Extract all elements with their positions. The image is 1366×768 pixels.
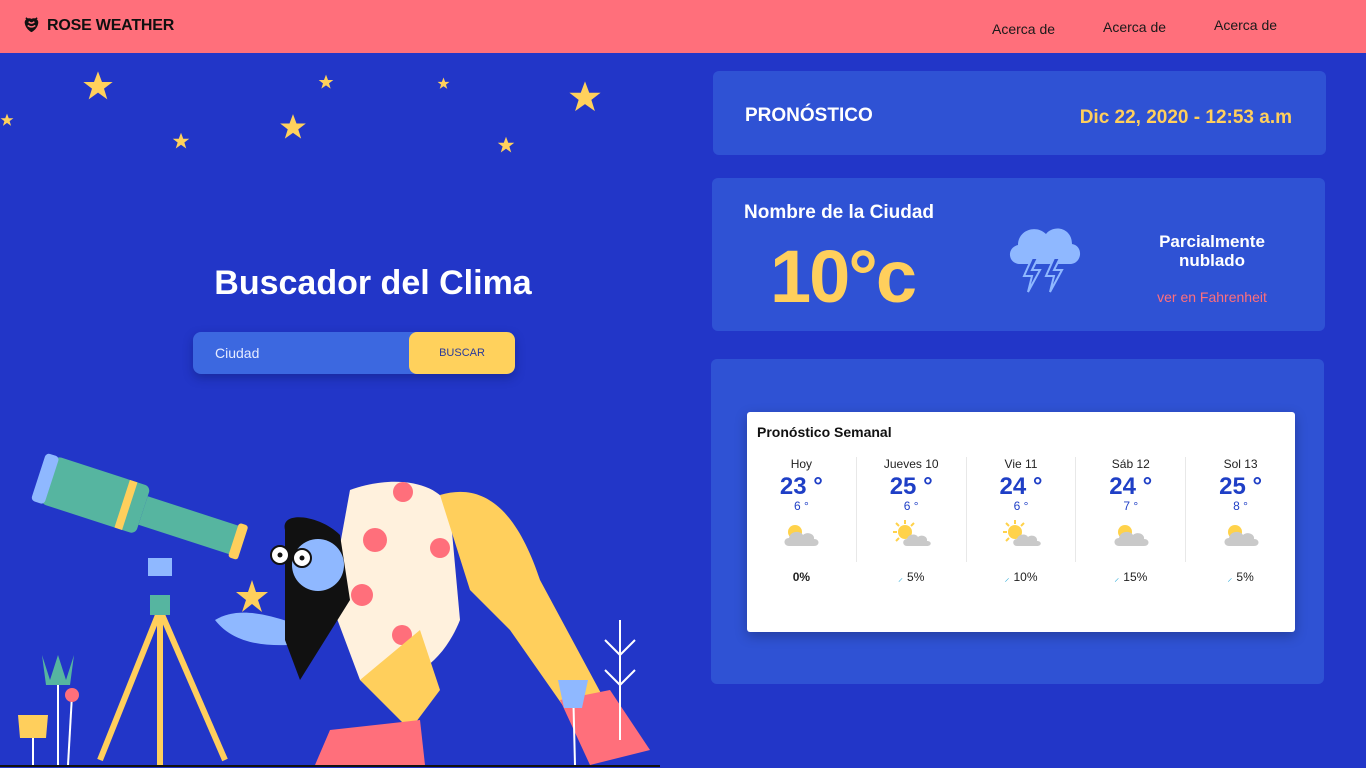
day-column-sat: Sáb 12 24 ° 7 ° ⸝ 15% — [1076, 457, 1187, 584]
weekly-days: Hoy 23 ° 6 ° 0% Jueves 10 25 ° 6 ° ⸝ 5% V… — [747, 457, 1295, 587]
day-min-temp: 7 ° — [1123, 499, 1139, 513]
sunny-cloud-icon — [1002, 520, 1041, 546]
rain-value: 0% — [792, 570, 811, 584]
nav-link-about-3[interactable]: Acerca de — [1214, 17, 1277, 33]
raindrop-icon: ⸝ — [1114, 573, 1120, 584]
day-column-fri: Vie 11 24 ° 6 ° ⸝ 10% — [967, 457, 1077, 584]
star-decoration — [437, 77, 450, 89]
forecast-datetime: Dic 22, 2020 - 12:53 a.m — [1079, 107, 1292, 128]
rain-chance: 0% — [747, 570, 856, 584]
rain-chance: ⸝ 10% — [967, 570, 1076, 584]
raindrop-icon: ⸝ — [1227, 573, 1233, 584]
weekly-forecast-widget: Pronóstico Semanal Hoy 23 ° 6 ° 0% Jueve… — [747, 412, 1295, 632]
rain-value: 5% — [1236, 570, 1254, 584]
star-decoration — [0, 113, 14, 126]
brand-logo[interactable]: ROSE WEATHER — [22, 16, 174, 35]
cloudy-sun-icon — [1114, 525, 1149, 546]
star-decoration — [172, 132, 190, 149]
cloudy-sun-icon — [784, 525, 819, 546]
rain-value: 15% — [1123, 570, 1148, 584]
raindrop-icon: ⸝ — [1004, 573, 1010, 584]
rain-value: 5% — [907, 570, 925, 584]
current-weather-card: Nombre de la Ciudad 10°c Parcialmente nu… — [712, 178, 1325, 331]
day-max-temp: 24 ° — [1109, 473, 1153, 500]
storm-cloud-icon — [1009, 228, 1081, 293]
sunny-cloud-icon — [893, 520, 931, 546]
top-navbar: ROSE WEATHER Acerca de Acerca de Acerca … — [0, 0, 1366, 53]
day-name: Sol 13 — [1223, 457, 1258, 471]
nav-link-about-2[interactable]: Acerca de — [1103, 19, 1166, 35]
star-decoration — [318, 74, 334, 89]
day-min-temp: 8 ° — [1233, 499, 1248, 513]
nav-link-about-1[interactable]: Acerca de — [992, 21, 1055, 37]
day-name: Jueves 10 — [883, 457, 939, 471]
day-min-temp: 6 ° — [793, 499, 809, 513]
star-decoration — [497, 136, 515, 153]
rain-chance: ⸝ 5% — [1186, 570, 1295, 584]
star-decoration — [280, 114, 306, 139]
brand-name: ROSE WEATHER — [47, 16, 175, 34]
raindrop-icon: ⸝ — [898, 573, 904, 584]
rose-icon — [24, 17, 39, 33]
city-name: Nombre de la Ciudad — [744, 202, 935, 223]
day-max-temp: 24 ° — [999, 473, 1043, 500]
fahrenheit-link[interactable]: ver en Fahrenheit — [1137, 289, 1287, 305]
forecast-header-card: PRONÓSTICO Dic 22, 2020 - 12:53 a.m — [713, 71, 1326, 155]
rain-chance: ⸝ 5% — [857, 570, 966, 584]
astronomer-illustration — [0, 453, 660, 767]
day-min-temp: 6 ° — [903, 499, 919, 513]
city-search-input[interactable] — [193, 332, 409, 374]
day-column-today: Hoy 23 ° 6 ° 0% — [747, 457, 857, 584]
day-column-thu: Jueves 10 25 ° 6 ° ⸝ 5% — [857, 457, 967, 584]
cloudy-sun-icon — [1224, 525, 1259, 546]
rain-chance: ⸝ 15% — [1076, 570, 1185, 584]
star-decoration — [569, 81, 601, 112]
day-name: Sáb 12 — [1111, 457, 1150, 471]
day-name: Vie 11 — [1004, 457, 1038, 471]
star-decoration — [83, 71, 113, 100]
weekly-title: Pronóstico Semanal — [757, 424, 892, 440]
current-temperature: 10°c — [770, 235, 917, 318]
forecast-title: PRONÓSTICO — [745, 105, 873, 126]
day-column-sun: Sol 13 25 ° 8 ° ⸝ 5% — [1186, 457, 1295, 584]
weather-condition: Parcialmente nublado — [1159, 232, 1265, 270]
rain-value: 10% — [1013, 570, 1038, 584]
search-form: BUSCAR — [193, 332, 515, 374]
search-button[interactable]: BUSCAR — [409, 332, 515, 374]
day-max-temp: 23 ° — [779, 473, 823, 500]
day-max-temp: 25 ° — [1219, 473, 1263, 500]
day-max-temp: 25 ° — [889, 473, 933, 500]
hero-title: Buscador del Clima — [214, 264, 532, 302]
day-name: Hoy — [790, 457, 813, 471]
day-min-temp: 6 ° — [1013, 499, 1029, 513]
